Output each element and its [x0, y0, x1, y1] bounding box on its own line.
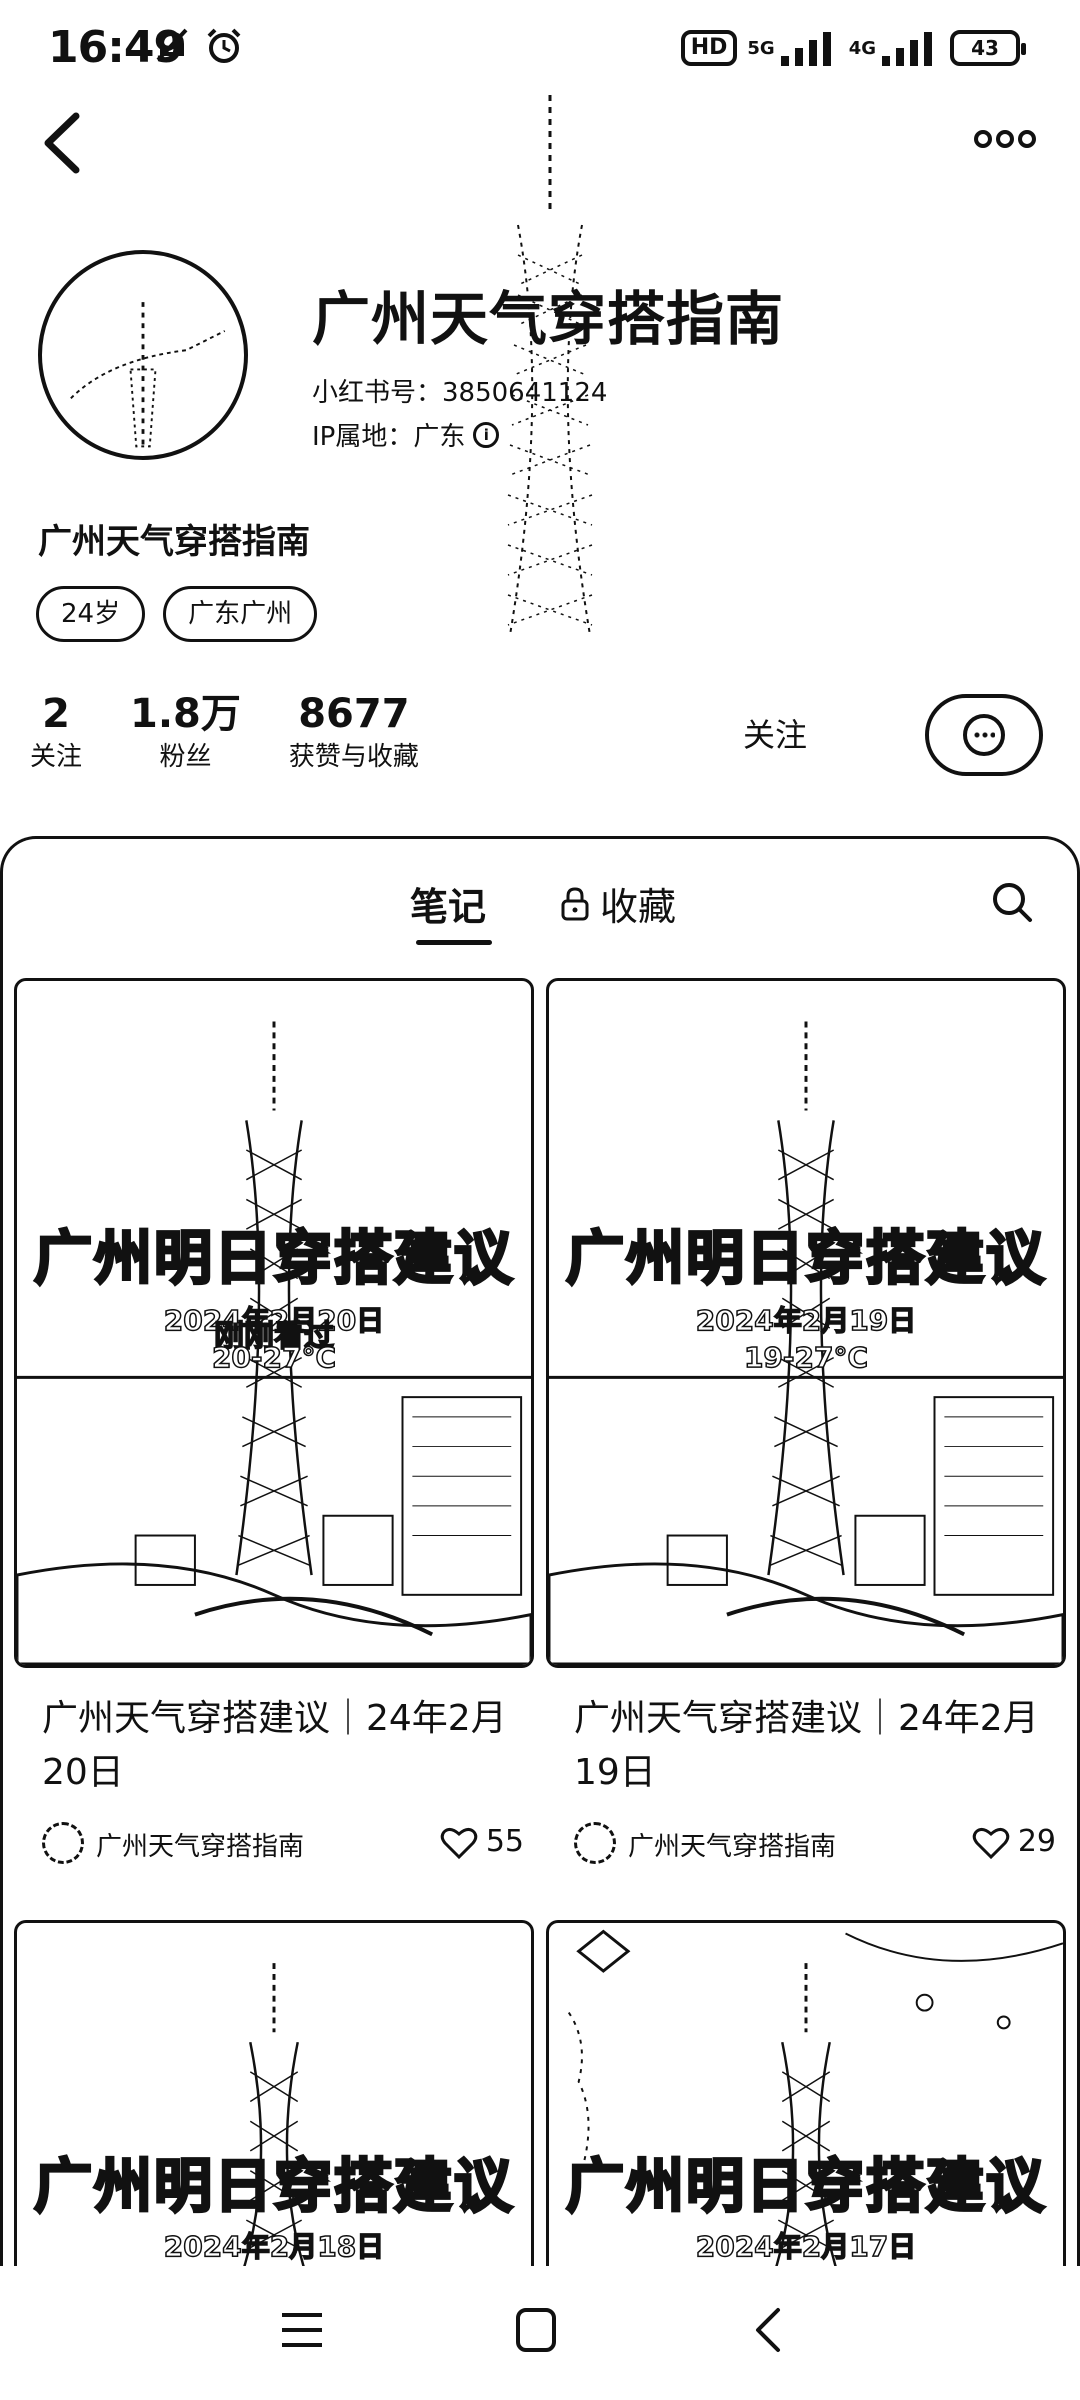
- note-cover-image[interactable]: 广州明日穿搭建议 2024年2月18日: [14, 1920, 534, 2280]
- back-icon[interactable]: [752, 2306, 782, 2354]
- note-cover-image[interactable]: 广州明日穿搭建议 2024年2月20日 刚刚看过 20-27°C: [14, 978, 534, 1668]
- system-nav-bar: [0, 2266, 1080, 2400]
- stat-likes-collections[interactable]: 8677 获赞与收藏: [289, 690, 419, 776]
- home-icon[interactable]: [516, 2308, 556, 2352]
- cover-temperature: 20-27°C: [211, 1340, 337, 1375]
- lock-icon: [561, 886, 589, 920]
- content-tabs: 笔记 收藏: [0, 868, 1080, 948]
- note-meta: 广州天气穿搭指南 29: [546, 1814, 1066, 1874]
- cover-date: 2024年2月18日: [163, 2229, 385, 2264]
- cover-date: 2024年2月17日: [695, 2229, 917, 2264]
- stat-followers[interactable]: 1.8万 粉丝: [130, 690, 241, 776]
- note-title[interactable]: 广州天气穿搭建议｜24年2月19日: [546, 1692, 1066, 1800]
- author-avatar[interactable]: [42, 1822, 84, 1864]
- profile-avatar[interactable]: [38, 250, 248, 460]
- note-cover-image[interactable]: 广州明日穿搭建议 2024年2月17日: [546, 1920, 1066, 2280]
- note-card[interactable]: 广州明日穿搭建议 2024年2月18日: [14, 1920, 534, 2280]
- tab-collections-label: 收藏: [600, 885, 677, 929]
- redbook-id: 小红书号：3850641124: [312, 378, 608, 408]
- cover-headline: 广州明日穿搭建议: [564, 1223, 1046, 1294]
- more-dots-icon[interactable]: [974, 126, 1036, 152]
- profile-tags: 24岁 广东广州: [36, 586, 318, 642]
- stat-following[interactable]: 2 关注: [30, 690, 82, 776]
- stat-followers-label: 粉丝: [159, 742, 212, 772]
- ip-location: IP属地：广东 i: [312, 416, 500, 453]
- signal-4g-icon: [882, 32, 932, 66]
- ip-location-text: IP属地：广东: [312, 422, 466, 452]
- signal-5g-icon: [780, 32, 831, 66]
- profile-stats: 2 关注 1.8万 粉丝 8677 获赞与收藏: [30, 690, 467, 776]
- info-icon[interactable]: i: [473, 421, 500, 448]
- mute-bell-icon: [156, 28, 188, 62]
- cover-headline: 广州明日穿搭建议: [564, 2151, 1046, 2222]
- heart-icon[interactable]: [972, 1826, 1010, 1860]
- stat-likes-label: 获赞与收藏: [288, 742, 419, 772]
- cover-date: 2024年2月19日: [695, 1303, 917, 1338]
- note-cover-image[interactable]: 广州明日穿搭建议 2024年2月19日 19-27°C: [546, 978, 1066, 1668]
- profile-name-title: 广州天气穿搭指南: [312, 285, 785, 353]
- note-card[interactable]: 广州明日穿搭建议 2024年2月19日 19-27°C 广州天气穿搭建议｜24年…: [546, 978, 1066, 1874]
- follow-button[interactable]: 关注: [700, 700, 850, 770]
- chat-button[interactable]: [925, 694, 1043, 776]
- stat-followers-value: 1.8万: [130, 691, 241, 737]
- tab-collections[interactable]: 收藏: [560, 876, 676, 931]
- chat-bubble-icon: [963, 714, 1005, 756]
- note-card[interactable]: 广州明日穿搭建议 2024年2月20日 刚刚看过 20-27°C 广州天气穿搭建…: [14, 978, 534, 1874]
- author-name[interactable]: 广州天气穿搭指南: [628, 1826, 836, 1863]
- cover-headline: 广州明日穿搭建议: [32, 1223, 514, 1294]
- like-count: 55: [485, 1824, 524, 1859]
- menu-icon[interactable]: [280, 2310, 324, 2350]
- author-name[interactable]: 广州天气穿搭指南: [96, 1826, 304, 1863]
- stat-following-label: 关注: [30, 742, 83, 772]
- note-card[interactable]: 广州明日穿搭建议 2024年2月17日: [546, 1920, 1066, 2280]
- stat-following-value: 2: [42, 691, 70, 737]
- note-meta: 广州天气穿搭指南 55: [14, 1814, 534, 1874]
- note-title[interactable]: 广州天气穿搭建议｜24年2月20日: [14, 1692, 534, 1800]
- tab-active-indicator: [416, 940, 492, 945]
- tab-notes[interactable]: 笔记: [410, 876, 486, 931]
- author-avatar[interactable]: [574, 1822, 616, 1864]
- stat-likes-value: 8677: [298, 691, 410, 737]
- cover-temperature: 19-27°C: [743, 1340, 869, 1375]
- hd-badge: HD: [680, 30, 738, 66]
- tag-location: 广东广州: [163, 586, 318, 642]
- network-5g-label: 5G: [747, 37, 775, 59]
- profile-bio-name: 广州天气穿搭指南: [38, 522, 310, 562]
- search-icon[interactable]: [988, 878, 1036, 926]
- battery-icon: 43: [950, 30, 1026, 66]
- status-bar: 16:49 HD 5G 4G 43: [0, 0, 1080, 100]
- back-arrow-icon[interactable]: [36, 108, 86, 178]
- alarm-clock-icon: [207, 28, 241, 63]
- tag-age: 24岁: [36, 586, 146, 642]
- like-count: 29: [1017, 1824, 1056, 1859]
- heart-icon[interactable]: [440, 1826, 478, 1860]
- cover-headline: 广州明日穿搭建议: [32, 2151, 514, 2222]
- network-4g-label: 4G: [848, 37, 876, 59]
